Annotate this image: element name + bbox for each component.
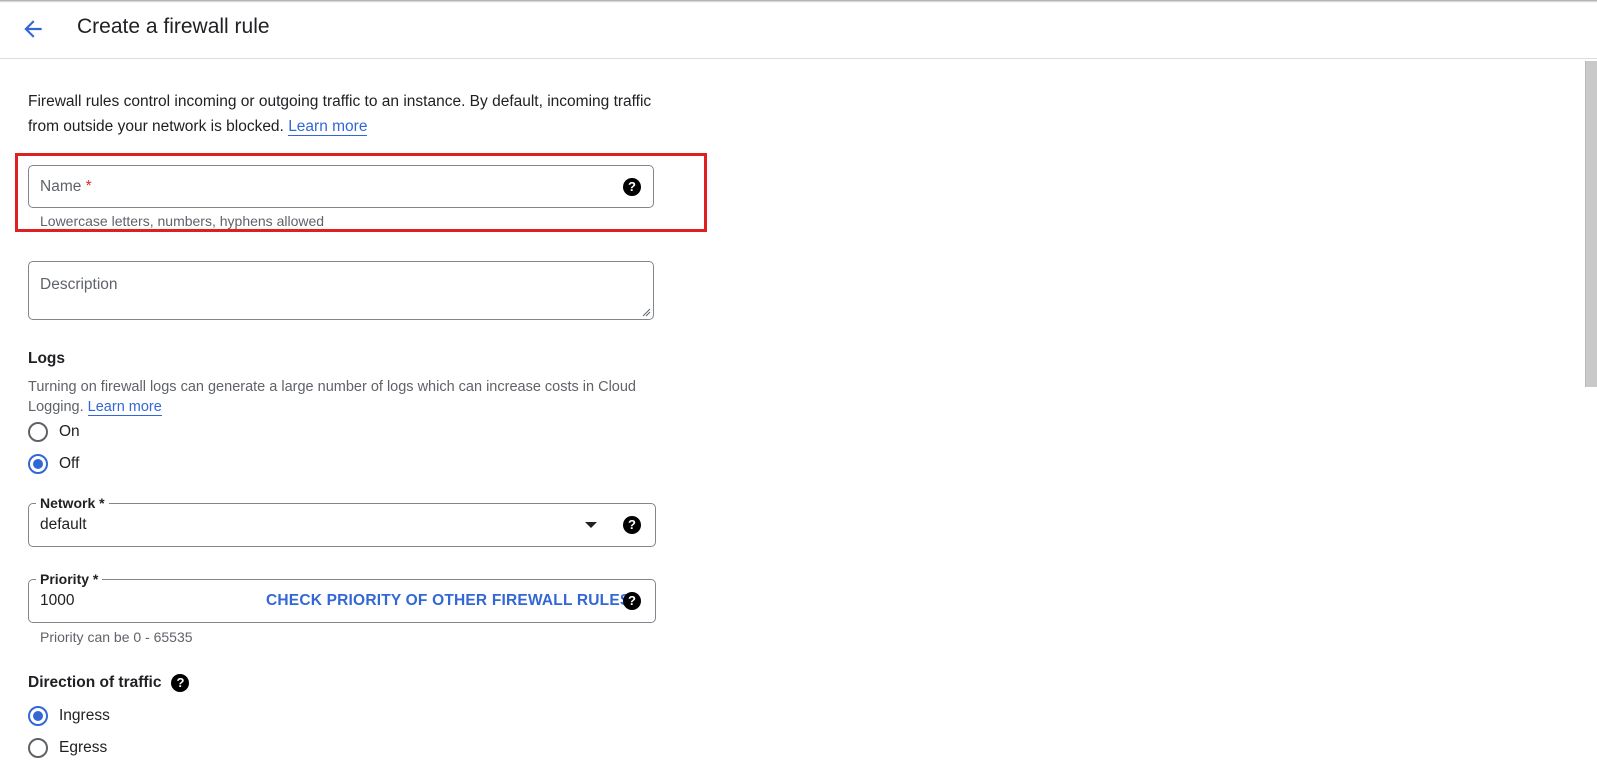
description-field[interactable]: Description — [28, 261, 654, 320]
network-value: default — [40, 516, 87, 533]
help-icon[interactable]: ? — [623, 178, 641, 196]
help-icon[interactable]: ? — [623, 592, 641, 610]
direction-title: Direction of traffic ? — [28, 674, 190, 692]
description-placeholder: Description — [40, 276, 118, 293]
required-mark: * — [85, 178, 92, 195]
priority-hint: Priority can be 0 - 65535 — [40, 629, 193, 645]
priority-field[interactable]: Priority * 1000 CHECK PRIORITY OF OTHER … — [28, 571, 656, 623]
help-icon[interactable]: ? — [171, 674, 190, 692]
logs-learn-more-link[interactable]: Learn more — [87, 399, 162, 416]
top-shadow — [0, 0, 1597, 3]
network-label: Network * — [36, 495, 109, 511]
page-title: Create a firewall rule — [77, 15, 270, 38]
back-button[interactable] — [20, 16, 46, 42]
logs-description: Turning on firewall logs can generate a … — [28, 377, 668, 417]
priority-label: Priority * — [36, 571, 103, 587]
direction-radio-egress[interactable]: Egress — [28, 738, 107, 758]
radio-icon — [28, 738, 48, 758]
name-field[interactable]: Name * ? — [28, 165, 654, 208]
intro-learn-more-link[interactable]: Learn more — [288, 118, 368, 136]
name-hint: Lowercase letters, numbers, hyphens allo… — [40, 213, 325, 229]
intro-text: Firewall rules control incoming or outgo… — [28, 89, 668, 139]
network-select[interactable]: Network * default ? — [28, 495, 656, 547]
logs-radio-off[interactable]: Off — [28, 454, 79, 474]
radio-icon — [28, 422, 48, 442]
logs-title: Logs — [28, 350, 66, 367]
radio-checked-icon — [28, 454, 48, 474]
direction-radio-ingress[interactable]: Ingress — [28, 706, 110, 726]
radio-checked-icon — [28, 706, 48, 726]
check-priority-button[interactable]: CHECK PRIORITY OF OTHER FIREWALL RULES — [266, 592, 630, 610]
priority-value: 1000 — [40, 592, 75, 609]
page-header: Create a firewall rule — [0, 0, 1597, 59]
arrow-back-icon — [24, 20, 42, 38]
logs-radio-on[interactable]: On — [28, 422, 80, 442]
resize-handle-icon[interactable] — [641, 307, 651, 317]
name-field-label: Name * — [40, 178, 92, 195]
help-icon[interactable]: ? — [623, 516, 641, 534]
vertical-scrollbar[interactable] — [1585, 61, 1597, 387]
chevron-down-icon[interactable] — [585, 522, 597, 528]
